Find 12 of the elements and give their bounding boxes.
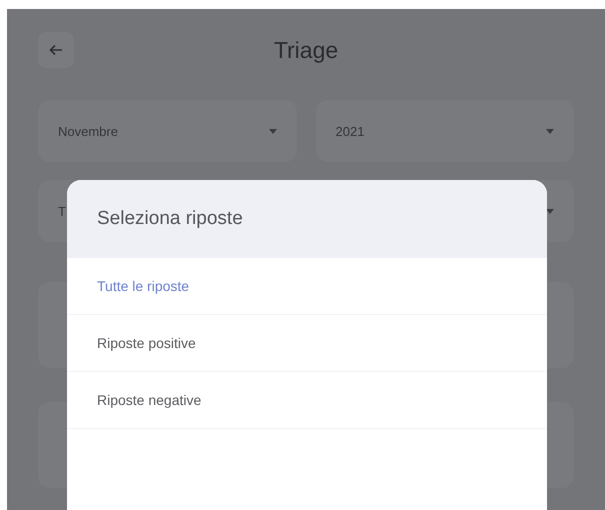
- option-item[interactable]: Tutte le riposte: [67, 258, 547, 315]
- dropdown-field[interactable]: 2021: [316, 100, 574, 162]
- back-button[interactable]: [38, 32, 74, 68]
- dropdown-field[interactable]: Novembre: [38, 100, 296, 162]
- caret-icon: [546, 128, 554, 134]
- option-item[interactable]: Riposte positive: [67, 315, 547, 372]
- screen-title: Triage: [272, 36, 340, 64]
- back-arrow-icon: [49, 44, 63, 56]
- caret-icon: [546, 208, 554, 214]
- option-item[interactable]: Riposte negative: [67, 372, 547, 429]
- caret-icon: [268, 128, 276, 134]
- dialog-title: Seleziona riposte: [97, 208, 243, 230]
